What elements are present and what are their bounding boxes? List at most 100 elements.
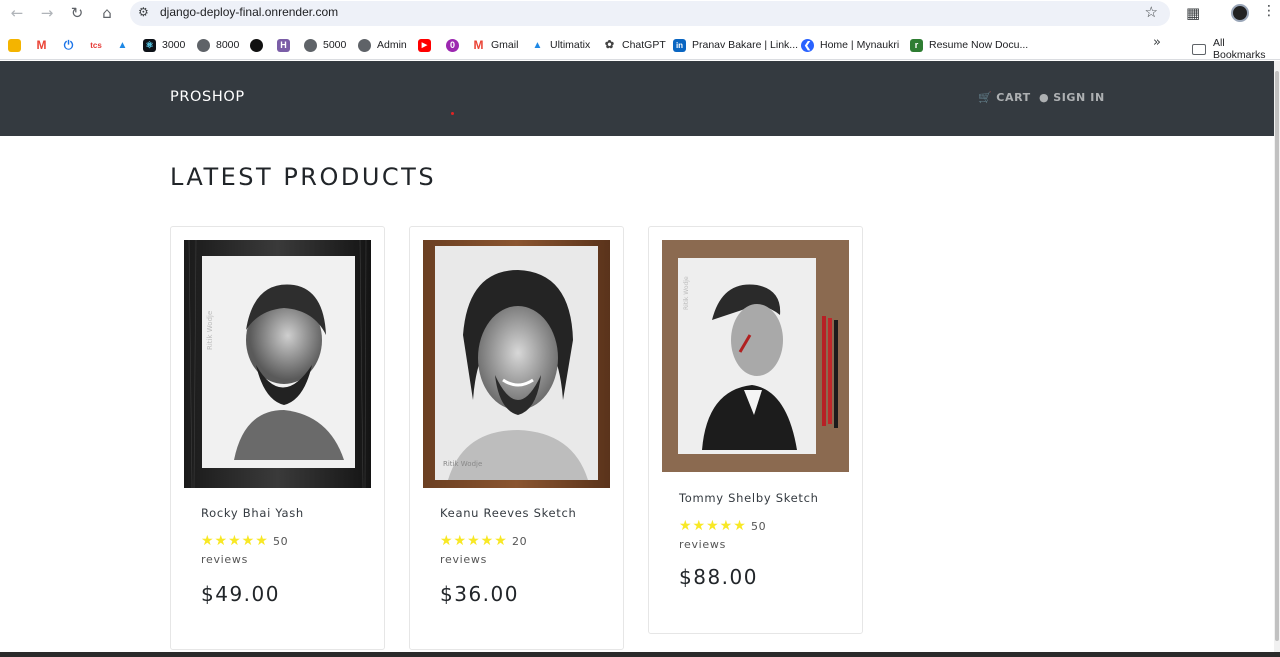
bookmark-admin[interactable]: Admin	[358, 37, 407, 53]
globe-icon	[358, 38, 371, 52]
page-scrollbar[interactable]	[1274, 61, 1280, 657]
bookmark-github[interactable]	[250, 37, 269, 53]
tcs-icon: tcs	[88, 38, 104, 52]
bookmark-resume[interactable]: r Resume Now Docu...	[910, 37, 1028, 53]
bookmark-heroku[interactable]: H	[277, 37, 296, 53]
bookmark-label: Gmail	[491, 39, 519, 51]
rocky-bhai-sketch-image: Ritik Wodje	[184, 240, 371, 488]
reviews-label: reviews	[440, 553, 488, 566]
cart-link[interactable]: 🛒 CART	[978, 91, 1031, 104]
menu-icon[interactable]: ⋮	[1262, 3, 1276, 19]
url-text[interactable]: django-deploy-final.onrender.com	[160, 5, 338, 19]
star-rating-icon: ★★★★★	[201, 533, 269, 549]
bookmark-linkedin[interactable]: in Pranav Bakare | Link...	[673, 37, 798, 53]
review-count: 50	[750, 520, 767, 533]
gmail-icon: M	[35, 37, 48, 52]
home-icon[interactable]: ⌂	[96, 4, 118, 22]
bookmark-naukri[interactable]: ❮ Home | Mynaukri	[801, 37, 899, 53]
ultimatix-icon: ▲	[531, 38, 544, 52]
review-count: 20	[511, 535, 528, 548]
profile-avatar[interactable]	[1231, 4, 1249, 22]
bookmark-tcs[interactable]: tcs	[88, 37, 110, 53]
scrollbar-thumb[interactable]	[1275, 71, 1279, 641]
product-image[interactable]: Ritik Wodje	[184, 240, 371, 488]
bookmark-8000[interactable]: 8000	[197, 37, 239, 53]
bookmark-label: 3000	[162, 39, 186, 51]
resume-icon: r	[910, 38, 923, 52]
heroku-icon: H	[277, 38, 290, 52]
product-name[interactable]: Keanu Reeves Sketch	[440, 506, 577, 520]
react-icon: ⚛	[143, 38, 156, 52]
keep-icon	[8, 38, 21, 52]
address-bar[interactable]: ⚙ django-deploy-final.onrender.com ☆	[130, 1, 1170, 26]
product-rating: ★★★★★ 50 reviews	[679, 517, 829, 554]
reviews-label: reviews	[679, 538, 727, 551]
svg-text:Ritik Wodje: Ritik Wodje	[206, 311, 214, 350]
product-rating: ★★★★★ 20 reviews	[440, 532, 590, 569]
reload-icon[interactable]: ↻	[66, 4, 88, 22]
brand-logo[interactable]: PROSHOP	[170, 89, 245, 105]
github-icon	[250, 38, 263, 52]
review-count: 50	[272, 535, 289, 548]
chatgpt-icon: ✿	[603, 38, 616, 52]
forward-icon[interactable]: →	[36, 4, 58, 22]
product-rating: ★★★★★ 50 reviews	[201, 532, 351, 569]
reviews-label: reviews	[201, 553, 249, 566]
bookmark-label: 8000	[216, 39, 240, 51]
browser-toolbar: ← → ↻ ⌂ ⚙ django-deploy-final.onrender.c…	[0, 0, 1280, 29]
sign-in-link[interactable]: ● SIGN IN	[1039, 91, 1105, 104]
user-icon: ●	[1039, 91, 1050, 104]
extensions-icon[interactable]: ▦	[1186, 4, 1200, 22]
bookmark-label: Ultimatix	[550, 39, 591, 51]
site-info-icon[interactable]: ⚙	[138, 5, 149, 19]
cart-icon: 🛒	[978, 91, 993, 104]
svg-text:Ritik Wodje: Ritik Wodje	[683, 276, 690, 310]
bookmark-keep[interactable]	[8, 37, 27, 53]
youtube-icon: ▶	[418, 38, 431, 52]
bookmark-star-icon[interactable]: ☆	[1145, 3, 1158, 21]
bookmark-label: Pranav Bakare | Link...	[692, 39, 799, 51]
product-card: Ritik Wodje Tommy Shelby Sketch ★★★★★ 50…	[648, 226, 863, 634]
chevron-double-right-icon[interactable]: »	[1153, 35, 1161, 50]
power-icon: ⏻	[62, 37, 75, 52]
naukri-icon: ❮	[801, 38, 814, 52]
bookmark-gmail[interactable]: M Gmail	[472, 37, 518, 53]
bookmark-chatgpt[interactable]: ✿ ChatGPT	[603, 37, 666, 53]
star-rating-icon: ★★★★★	[440, 533, 508, 549]
cart-label: CART	[996, 91, 1031, 104]
product-name[interactable]: Tommy Shelby Sketch	[679, 491, 819, 505]
product-price: $88.00	[679, 565, 758, 589]
back-icon[interactable]: ←	[6, 4, 28, 22]
bookmark-label: ChatGPT	[622, 39, 666, 51]
product-name[interactable]: Rocky Bhai Yash	[201, 506, 304, 520]
bookmark-3000[interactable]: ⚛ 3000	[143, 37, 185, 53]
cursor-dot	[451, 112, 454, 115]
product-image[interactable]: Ritik Wodje	[662, 240, 849, 472]
gmail-icon: M	[472, 37, 485, 52]
bookmark-gmail-icon-only[interactable]: M	[35, 37, 54, 53]
svg-text:Ritik Wodje: Ritik Wodje	[443, 460, 482, 468]
bookmark-label: Resume Now Docu...	[929, 39, 1029, 51]
linkedin-icon: in	[673, 38, 686, 52]
all-bookmarks-label: All Bookmarks	[1212, 37, 1266, 61]
page-title: LATEST PRODUCTS	[170, 163, 437, 191]
tata-icon: ▲	[116, 38, 129, 52]
onenote-icon: 0	[446, 38, 459, 52]
bookmark-label: 5000	[323, 39, 347, 51]
bookmark-onenote[interactable]: 0	[446, 37, 465, 53]
bookmark-label: Home | Mynaukri	[820, 39, 900, 51]
keanu-reeves-sketch-image: Ritik Wodje	[423, 240, 610, 488]
star-rating-icon: ★★★★★	[679, 518, 747, 534]
bookmark-5000[interactable]: 5000	[304, 37, 346, 53]
globe-icon	[304, 38, 317, 52]
bookmark-ultimatix[interactable]: ▲ Ultimatix	[531, 37, 590, 53]
bookmark-tata[interactable]: ▲	[116, 37, 135, 53]
all-bookmarks-folder[interactable]: All Bookmarks	[1192, 37, 1280, 61]
bookmark-youtube[interactable]: ▶	[418, 37, 437, 53]
bookmark-label: Admin	[377, 39, 407, 51]
product-price: $49.00	[201, 582, 280, 606]
product-image[interactable]: Ritik Wodje	[423, 240, 610, 488]
product-card: Ritik Wodje Keanu Reeves Sketch ★★★★★ 20…	[409, 226, 624, 650]
folder-icon	[1192, 43, 1206, 55]
bookmark-power[interactable]: ⏻	[62, 37, 81, 53]
